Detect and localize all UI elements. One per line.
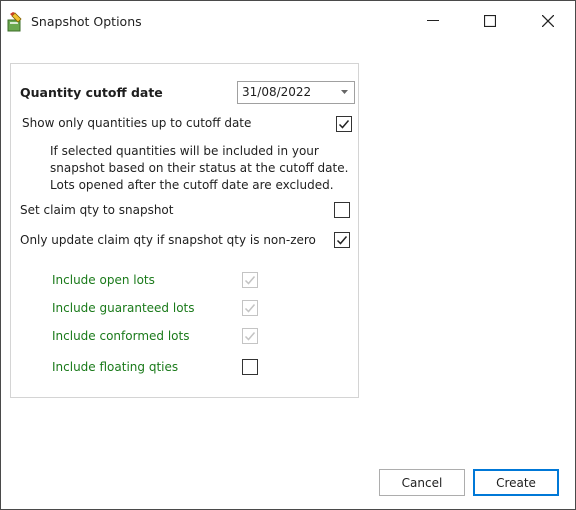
- include-open-lots-checkbox[interactable]: [242, 272, 258, 288]
- set-claim-label: Set claim qty to snapshot: [20, 203, 174, 217]
- options-panel: Quantity cutoff date 31/08/2022 Show onl…: [10, 63, 359, 398]
- snapshot-options-window: Snapshot Options Quantity cutoff date 31…: [0, 0, 576, 510]
- include-open-lots-label: Include open lots: [52, 273, 155, 287]
- create-button[interactable]: Create: [473, 469, 559, 496]
- include-conformed-lots-label: Include conformed lots: [52, 329, 190, 343]
- cancel-button[interactable]: Cancel: [379, 469, 465, 496]
- dropdown-arrow-icon: [341, 90, 348, 94]
- minimize-button[interactable]: [410, 1, 456, 41]
- include-guaranteed-lots-checkbox[interactable]: [242, 300, 258, 316]
- maximize-button[interactable]: [467, 1, 513, 41]
- window-title: Snapshot Options: [31, 14, 142, 29]
- pencil-doc-icon: [7, 12, 22, 32]
- cutoff-note: If selected quantities will be included …: [50, 143, 348, 194]
- cutoff-date-value: 31/08/2022: [242, 85, 312, 99]
- only-update-label: Only update claim qty if snapshot qty is…: [20, 233, 316, 247]
- checkmark-icon: [338, 120, 350, 129]
- checkmark-icon: [244, 332, 256, 341]
- include-conformed-lots-checkbox[interactable]: [242, 328, 258, 344]
- minimize-icon: [427, 20, 439, 21]
- note-line-3: Lots opened after the cutoff date are ex…: [50, 178, 334, 192]
- checkmark-icon: [244, 304, 256, 313]
- include-floating-qties-checkbox[interactable]: [242, 359, 258, 375]
- checkmark-icon: [244, 276, 256, 285]
- note-line-1: If selected quantities will be included …: [50, 144, 319, 158]
- cutoff-date-label: Quantity cutoff date: [20, 85, 163, 100]
- show-only-checkbox[interactable]: [336, 116, 352, 132]
- only-update-checkbox[interactable]: [334, 232, 350, 248]
- set-claim-checkbox[interactable]: [334, 202, 350, 218]
- include-floating-qties-label: Include floating qties: [52, 360, 179, 374]
- close-icon: [542, 15, 554, 27]
- cutoff-date-picker[interactable]: 31/08/2022: [237, 81, 355, 104]
- maximize-icon: [484, 15, 496, 27]
- note-line-2: snapshot based on their status at the cu…: [50, 161, 349, 175]
- show-only-label: Show only quantities up to cutoff date: [22, 116, 252, 130]
- checkmark-icon: [336, 236, 348, 245]
- close-button[interactable]: [525, 1, 571, 41]
- title-bar: Snapshot Options: [1, 1, 575, 41]
- include-guaranteed-lots-label: Include guaranteed lots: [52, 301, 195, 315]
